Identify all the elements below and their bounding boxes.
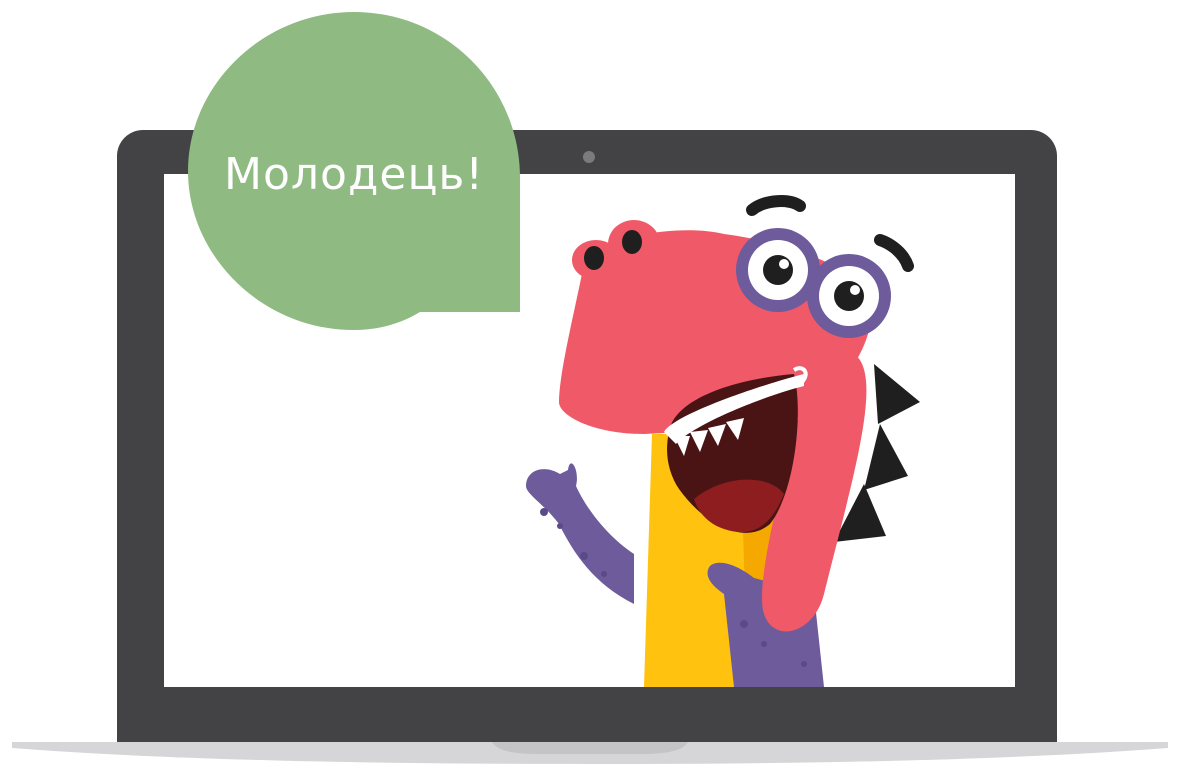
dino-left-arm <box>526 463 634 604</box>
laptop-base <box>12 742 1168 764</box>
dino-eyebrow-right <box>874 234 914 272</box>
dino-eyebrow-left <box>746 195 806 216</box>
speech-bubble-text: Молодець! <box>224 149 484 200</box>
webcam-icon <box>583 151 595 163</box>
